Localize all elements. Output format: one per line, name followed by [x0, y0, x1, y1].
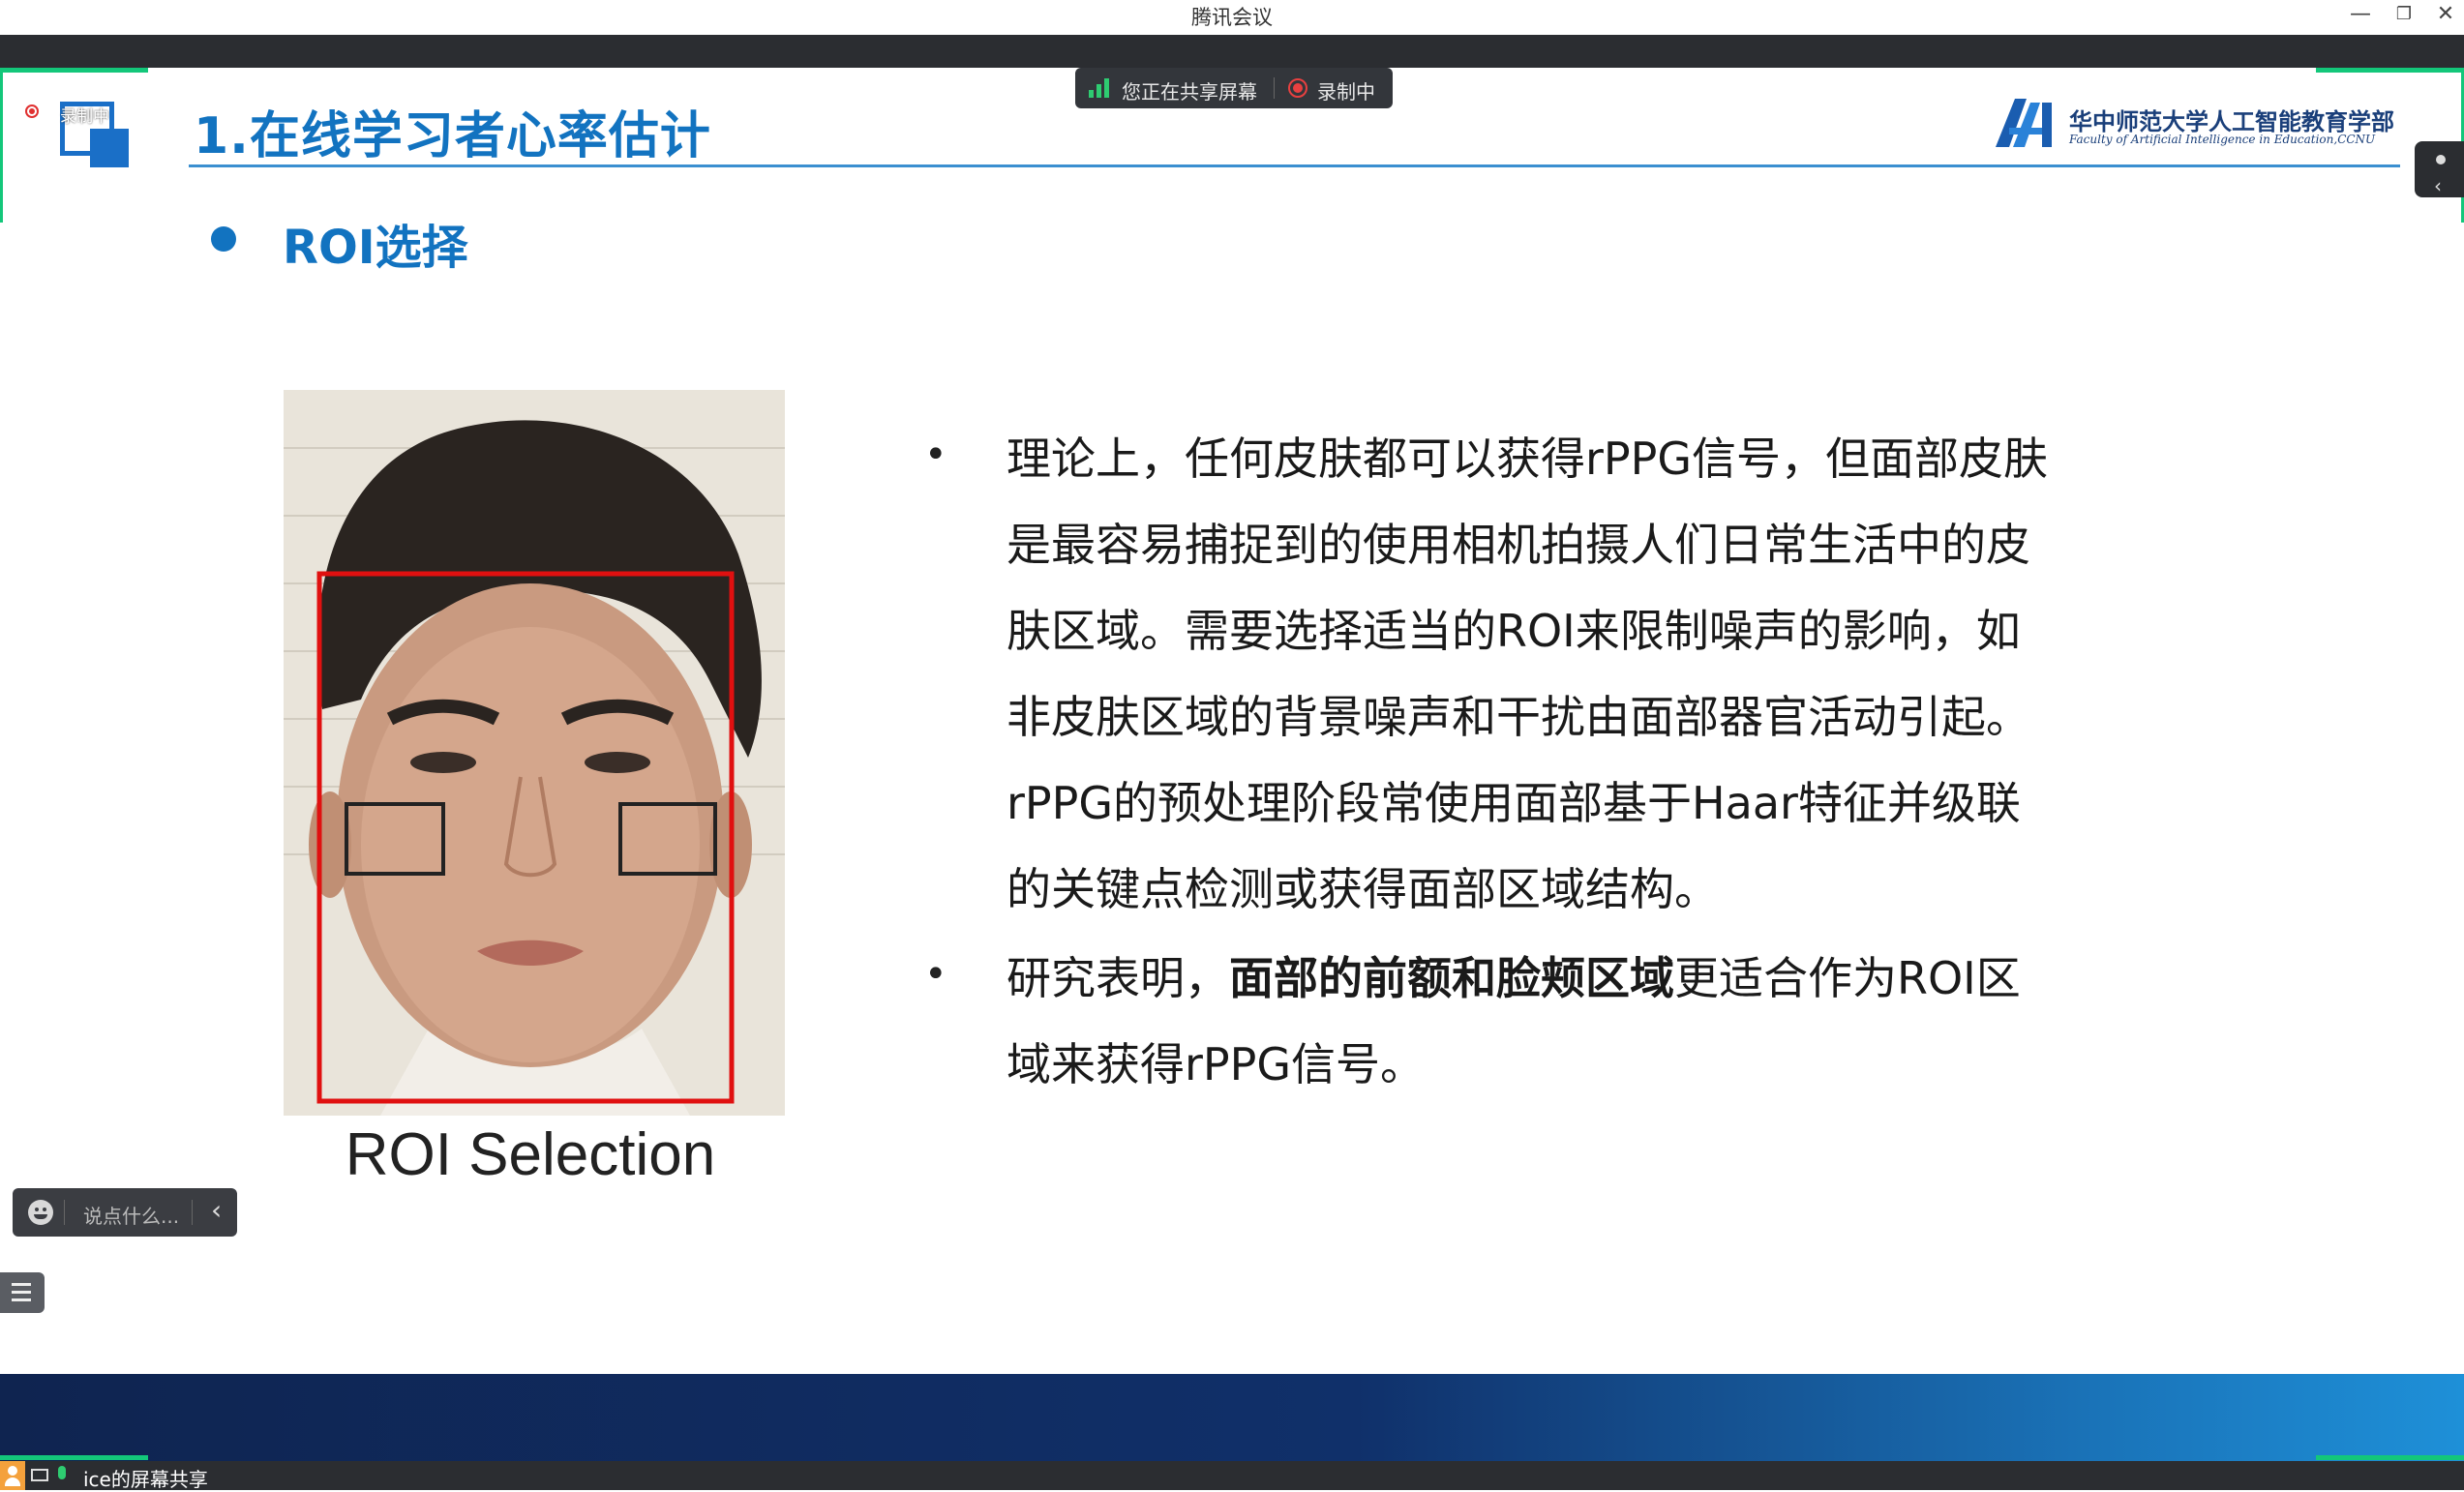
- emoji-icon[interactable]: [28, 1200, 53, 1225]
- chat-placeholder[interactable]: 说点什么...: [83, 1201, 179, 1229]
- title-rule: [189, 164, 2400, 167]
- paragraph-2-line2: 域来获得rPPG信号。: [1007, 1038, 1426, 1090]
- university-name-en: Faculty of Artificial Intelligence in Ed…: [2069, 133, 2376, 146]
- share-border-bottom-left: [0, 1455, 148, 1460]
- paragraph-2-suffix: 更适合作为ROI区: [1674, 952, 2021, 1004]
- slide-footer-band: [0, 1374, 2464, 1461]
- close-button[interactable]: ✕: [2424, 0, 2464, 31]
- chevron-left-icon[interactable]: ‹: [211, 1194, 222, 1226]
- paragraph-1-line: 非皮肤区域的背景噪声和干扰由面部器官活动引起。: [1007, 691, 2030, 743]
- list-menu-icon[interactable]: [0, 1272, 45, 1313]
- recording-label[interactable]: 录制中: [1317, 76, 1375, 104]
- university-name-cn: 华中师范大学人工智能教育学部: [2069, 107, 2394, 135]
- share-border-top-right: [2316, 68, 2464, 73]
- paragraph-1: 理论上，任何皮肤都可以获得rPPG信号，但面部皮肤 是最容易捕捉到的使用相机拍摄…: [1007, 416, 2168, 933]
- screen-share-icon: [31, 1469, 48, 1481]
- paragraph-1-line: 的关键点检测或获得面部区域结构。: [1007, 863, 1719, 915]
- recording-inner-icon: [1293, 83, 1303, 93]
- bottom-status-bar: ice的屏幕共享: [0, 1461, 2464, 1491]
- paragraph-1-line: 理论上，任何皮肤都可以获得rPPG信号，但面部皮肤: [1007, 433, 2049, 485]
- window-title: 腾讯会议: [1191, 6, 1273, 29]
- paragraph-2-prefix: 研究表明，: [1007, 952, 1229, 1004]
- university-logo-icon: [1996, 99, 2061, 147]
- share-bar-divider: [1274, 77, 1275, 99]
- slide-deco-square-filled: [90, 129, 129, 167]
- paragraph-1-line: rPPG的预处理阶段常使用面部基于Haar特征并级联: [1007, 777, 2021, 829]
- section-heading: ROI选择: [283, 221, 468, 275]
- user-avatar-icon: [0, 1461, 25, 1490]
- chevron-left-icon: ‹: [2434, 174, 2442, 197]
- photo-caption: ROI Selection: [345, 1121, 716, 1188]
- member-icon: [2436, 155, 2446, 164]
- signal-icon: [1089, 78, 1109, 98]
- bullet-1-icon: •: [924, 433, 947, 477]
- record-dot-inner-icon: [29, 108, 35, 114]
- window-titlebar: 腾讯会议 — ❐ ✕: [0, 0, 2464, 36]
- side-panel-toggle[interactable]: ‹: [2415, 141, 2464, 197]
- face-photo: [284, 390, 785, 1116]
- share-border-bottom-right: [2316, 1455, 2464, 1460]
- share-border-left: [0, 68, 3, 223]
- minimize-button[interactable]: —: [2339, 0, 2382, 31]
- chat-divider: [64, 1200, 65, 1225]
- paragraph-2: 研究表明，面部的前额和脸颊区域更适合作为ROI区 域来获得rPPG信号。: [1007, 936, 2168, 1108]
- chat-input-bar[interactable]: 说点什么... ‹: [13, 1188, 237, 1237]
- meeting-toolbar-strip: [0, 35, 2464, 68]
- slide-title: 1.在线学习者心率估计: [194, 107, 711, 165]
- bullet-2-icon: •: [924, 952, 947, 997]
- share-border-top-left: [0, 68, 148, 73]
- sharing-screen-label: 您正在共享屏幕: [1122, 80, 1257, 104]
- recording-badge: 录制中: [60, 107, 109, 127]
- chat-divider-2: [192, 1200, 193, 1225]
- paragraph-2-bold: 面部的前额和脸颊区域: [1229, 952, 1674, 1004]
- restore-button[interactable]: ❐: [2383, 0, 2425, 31]
- section-bullet-icon: [211, 226, 236, 252]
- share-owner-label: ice的屏幕共享: [83, 1468, 208, 1491]
- microphone-icon: [58, 1466, 66, 1479]
- paragraph-1-line: 肤区域。需要选择适当的ROI来限制噪声的影响，如: [1007, 605, 2021, 657]
- paragraph-1-line: 是最容易捕捉到的使用相机拍摄人们日常生活中的皮: [1007, 519, 2030, 571]
- share-status-bar[interactable]: 您正在共享屏幕 录制中: [1075, 68, 1393, 108]
